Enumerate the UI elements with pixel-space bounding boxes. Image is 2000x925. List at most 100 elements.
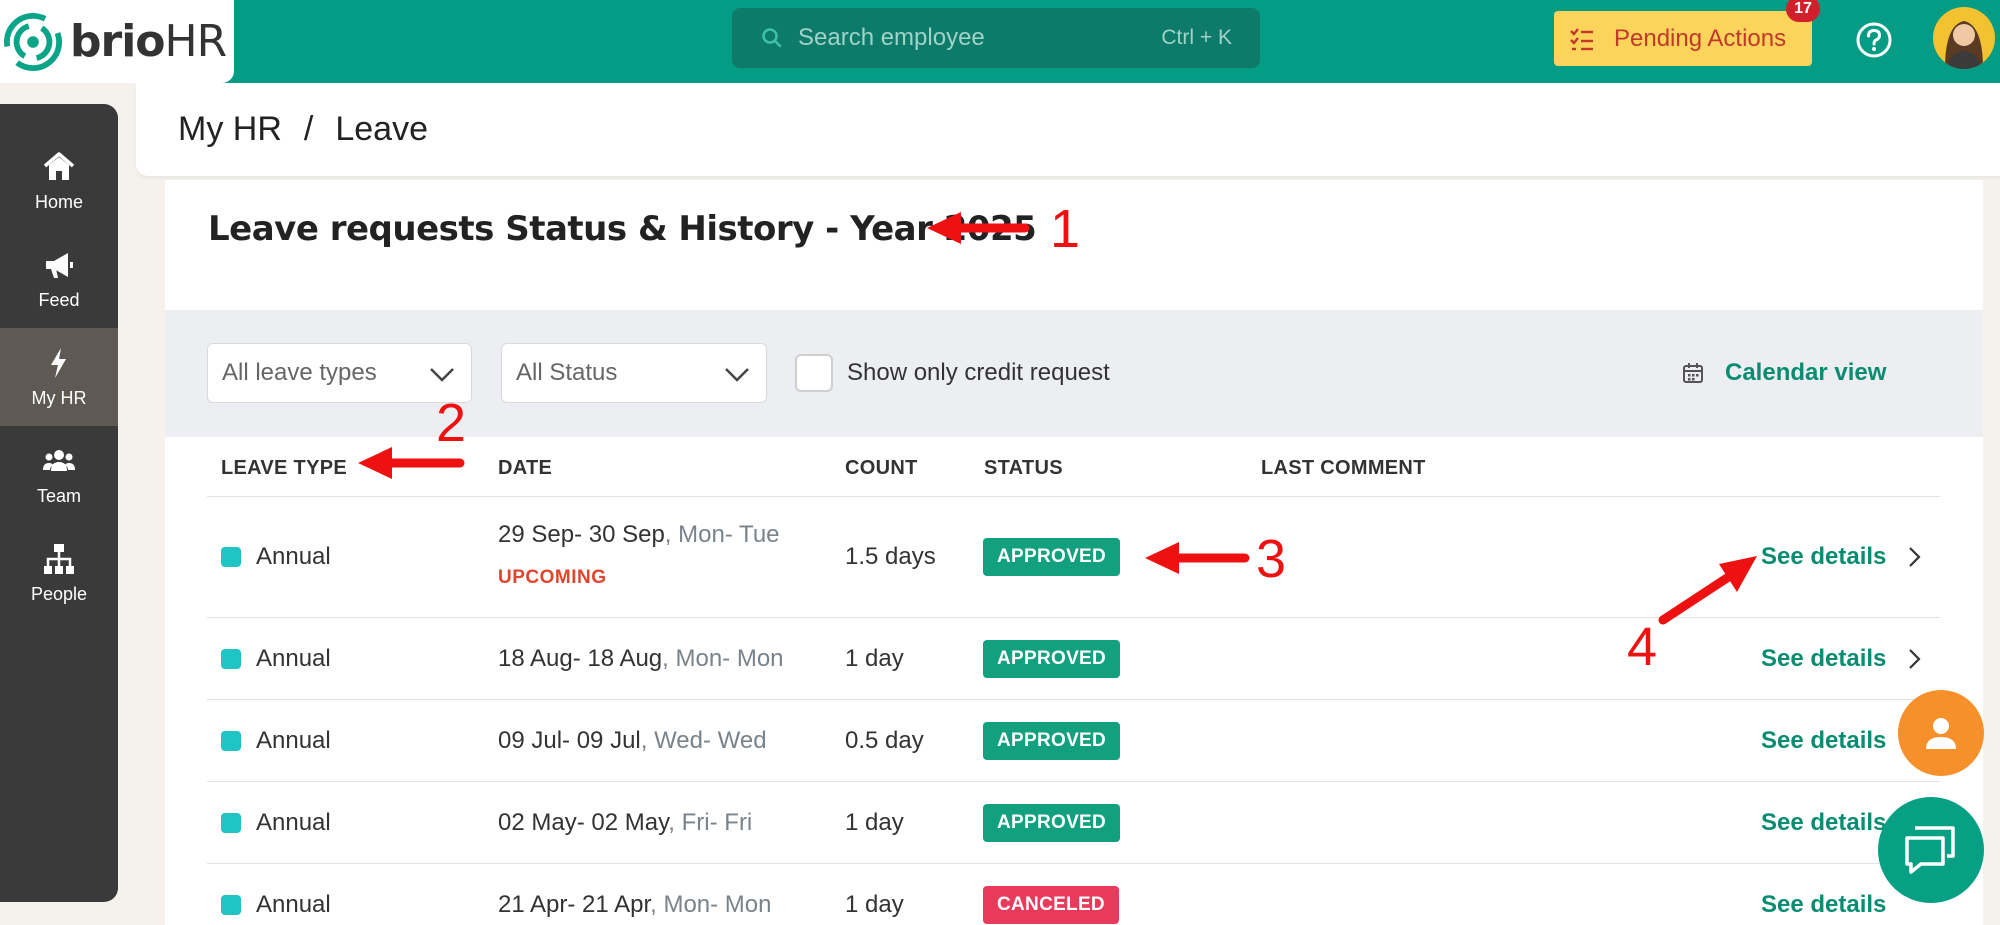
breadcrumb: My HR / Leave — [136, 83, 2000, 176]
search-placeholder: Search employee — [798, 24, 985, 51]
status-badge: APPROVED — [983, 722, 1121, 760]
credit-request-label: Show only credit request — [847, 359, 1110, 386]
see-details-link[interactable]: See details — [1761, 809, 1886, 837]
pending-actions-button[interactable]: Pending Actions — [1554, 11, 1812, 66]
see-details-link[interactable]: See details — [1761, 891, 1886, 919]
calendar-icon — [1683, 363, 1703, 383]
status-badge: CANCELED — [983, 886, 1119, 924]
chat-icon — [1905, 826, 1955, 874]
sidebar-item-home[interactable]: Home — [0, 132, 118, 230]
user-avatar[interactable] — [1933, 7, 1995, 69]
sidebar-item-feed[interactable]: Feed — [0, 230, 118, 328]
page-title: Leave requests Status & History - Year 2… — [208, 209, 1037, 249]
chevron-down-icon — [430, 368, 454, 382]
see-details-link[interactable]: See details — [1761, 727, 1886, 755]
sidebar-item-people[interactable]: People — [0, 524, 118, 622]
status-badge: APPROVED — [983, 804, 1121, 842]
sidebar-item-team[interactable]: Team — [0, 426, 118, 524]
column-header-status: STATUS — [984, 457, 1063, 479]
leave-table: LEAVE TYPE DATE COUNT STATUS LAST COMMEN… — [207, 437, 1940, 925]
help-icon[interactable] — [1855, 21, 1893, 59]
credit-request-toggle[interactable]: Show only credit request — [795, 343, 1110, 403]
table-row[interactable]: Annual 18 Aug- 18 Aug, Mon- Mon 1 day AP… — [207, 618, 1940, 700]
sidebar-item-label: Home — [34, 191, 83, 212]
brand-name: brioHR — [70, 16, 227, 67]
leave-type-select[interactable]: All leave types — [207, 343, 472, 403]
leave-type: Annual — [256, 727, 331, 754]
search-shortcut: Ctrl + K — [1161, 26, 1232, 49]
leave-type: Annual — [256, 543, 331, 570]
chevron-right-icon[interactable] — [1907, 647, 1923, 671]
leave-count: 1 day — [845, 891, 904, 918]
leave-count: 1 day — [845, 645, 904, 672]
leave-type-color-dot — [221, 649, 241, 669]
leave-type-color-dot — [221, 547, 241, 567]
status-value: All Status — [516, 359, 618, 386]
leave-type: Annual — [256, 645, 331, 672]
team-icon — [43, 449, 75, 471]
annotation-number-1: 1 — [1050, 199, 1081, 259]
leave-type-color-dot — [221, 731, 241, 751]
status-badge: APPROVED — [983, 640, 1121, 678]
leave-type: Annual — [256, 809, 331, 836]
profile-fab-button[interactable] — [1898, 690, 1984, 776]
sidebar-item-label: My HR — [31, 387, 87, 408]
annotation-number-2: 2 — [436, 393, 467, 453]
leave-type-color-dot — [221, 813, 241, 833]
table-row[interactable]: Annual 02 May- 02 May, Fri- Fri 1 day AP… — [207, 782, 1940, 864]
breadcrumb-separator: / — [303, 110, 314, 148]
person-avatar-icon — [1945, 21, 1983, 69]
leave-type: Annual — [256, 891, 331, 918]
leave-date: 09 Jul- 09 Jul, Wed- Wed — [498, 727, 767, 754]
annotation-arrow-1 — [927, 212, 1030, 244]
table-row[interactable]: Annual 21 Apr- 21 Apr, Mon- Mon 1 day CA… — [207, 864, 1940, 925]
annotation-arrow-4 — [1658, 556, 1757, 625]
annotation-arrow-3 — [1145, 542, 1250, 574]
sidebar-item-label: People — [30, 583, 88, 604]
see-details-link[interactable]: See details — [1761, 543, 1886, 571]
chevron-right-icon[interactable] — [1907, 545, 1923, 569]
column-header-date: DATE — [498, 457, 553, 479]
search-input[interactable]: Search employee Ctrl + K — [732, 8, 1260, 68]
column-header-count: COUNT — [845, 457, 918, 479]
annotation-number-4: 4 — [1627, 617, 1658, 677]
annotation-number-3: 3 — [1256, 529, 1287, 589]
see-details-link[interactable]: See details — [1761, 645, 1886, 673]
calendar-view-button[interactable]: Calendar view — [1681, 343, 1886, 403]
breadcrumb-root[interactable]: My HR — [178, 110, 282, 149]
top-bar: brioHR Search employee Ctrl + K Pending … — [0, 0, 2000, 83]
leave-type-color-dot — [221, 895, 241, 915]
home-icon — [43, 151, 75, 180]
calendar-view-label: Calendar view — [1725, 359, 1887, 386]
table-header: LEAVE TYPE DATE COUNT STATUS LAST COMMEN… — [207, 437, 1940, 497]
pending-actions-label: Pending Actions — [1614, 24, 1787, 52]
sidebar-item-label: Feed — [38, 289, 80, 310]
column-header-last-comment: LAST COMMENT — [1261, 457, 1426, 479]
credit-request-checkbox[interactable] — [795, 354, 833, 392]
status-select[interactable]: All Status — [501, 343, 767, 403]
chat-fab-button[interactable] — [1878, 797, 1984, 903]
leave-date: 29 Sep- 30 Sep, Mon- Tue — [498, 521, 780, 548]
bolt-icon — [51, 347, 66, 378]
leave-date: 02 May- 02 May, Fri- Fri — [498, 809, 753, 836]
leave-count: 1 day — [845, 809, 904, 836]
sidebar: Home Feed My HR Team People — [0, 104, 118, 902]
person-icon — [1926, 718, 1956, 749]
table-row[interactable]: Annual 09 Jul- 09 Jul, Wed- Wed 0.5 day … — [207, 700, 1940, 782]
megaphone-icon — [46, 252, 73, 278]
column-header-leave-type: LEAVE TYPE — [221, 457, 347, 479]
breadcrumb-current: Leave — [335, 110, 428, 148]
chevron-down-icon — [725, 368, 749, 382]
leave-count: 0.5 day — [845, 727, 924, 754]
leave-date: 21 Apr- 21 Apr, Mon- Mon — [498, 891, 772, 918]
leave-date: 18 Aug- 18 Aug, Mon- Mon — [498, 645, 784, 672]
status-badge: APPROVED — [983, 538, 1121, 576]
search-icon — [762, 28, 782, 48]
leave-count: 1.5 days — [845, 543, 936, 570]
upcoming-tag: UPCOMING — [498, 567, 607, 588]
sidebar-item-my-hr[interactable]: My HR — [0, 328, 118, 426]
brand-logo[interactable]: brioHR — [0, 0, 234, 83]
brio-logo-icon — [4, 12, 62, 71]
pending-count-badge: 17 — [1786, 0, 1820, 22]
sidebar-item-label: Team — [36, 485, 81, 506]
